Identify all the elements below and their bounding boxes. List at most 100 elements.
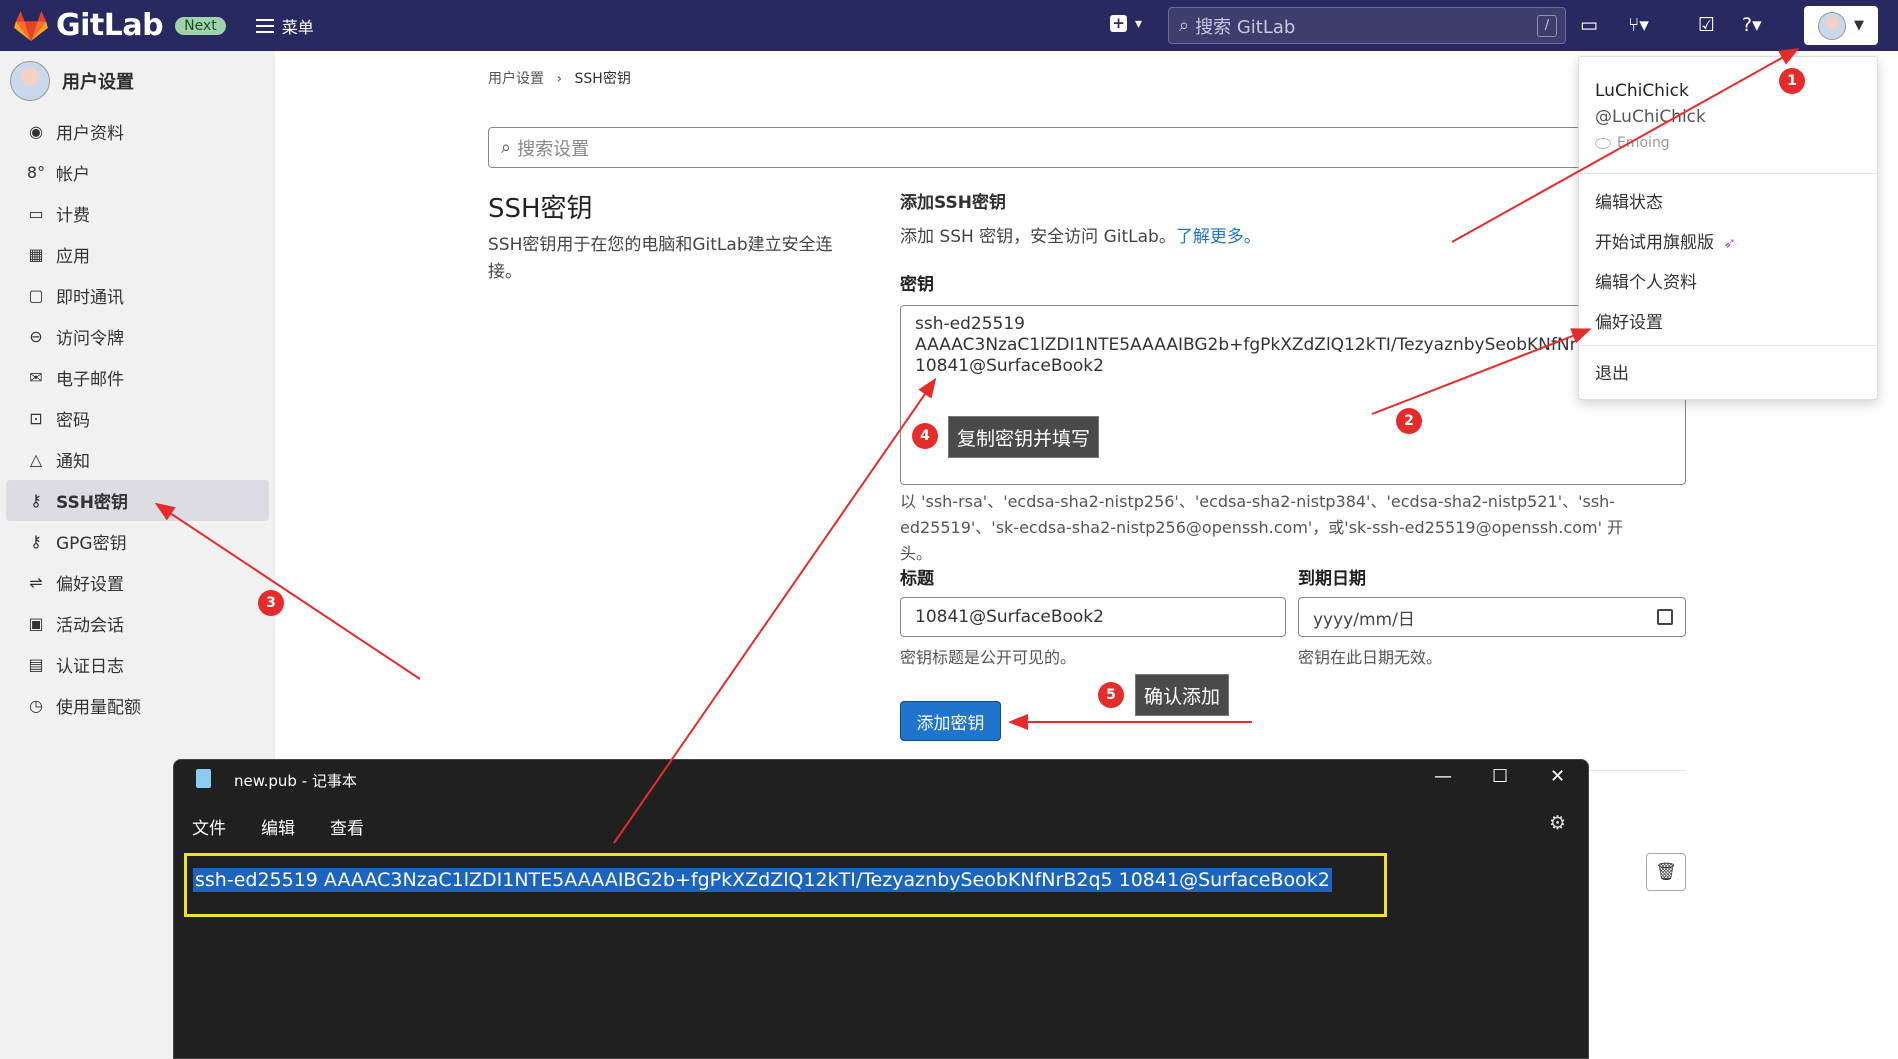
- main-menu-button[interactable]: 菜单: [255, 14, 314, 38]
- sidebar-item-2[interactable]: ▭ 计费: [6, 193, 269, 234]
- user-dropdown-menu: LuChiChick @LuChiChick Emoing 编辑状态 开始试用旗…: [1578, 56, 1878, 400]
- rocket-icon: ➶: [1723, 234, 1736, 252]
- sidebar-item-1[interactable]: 8° 帐户: [6, 152, 269, 193]
- key-icon: ⚷: [30, 532, 42, 551]
- sidebar-item-label: 通知: [56, 452, 90, 472]
- menu-item-start-trial[interactable]: 开始试用旗舰版 ➶: [1595, 228, 1736, 253]
- sidebar-item-12[interactable]: ▣ 活动会话: [6, 603, 269, 644]
- sidebar-item-10[interactable]: ⚷ GPG密钥: [6, 521, 269, 562]
- delete-key-button[interactable]: 🗑: [1646, 853, 1686, 891]
- global-search-input[interactable]: ⌕ 搜索 GitLab /: [1168, 7, 1566, 44]
- sliders-icon: ⇌: [29, 573, 43, 592]
- sidebar-item-label: 密码: [56, 411, 90, 431]
- sidebar-item-11[interactable]: ⇌ 偏好设置: [6, 562, 269, 603]
- mail-icon: ✉: [29, 368, 43, 387]
- sidebar-item-label: 偏好设置: [56, 575, 124, 595]
- sidebar-item-6[interactable]: ✉ 电子邮件: [6, 357, 269, 398]
- sidebar-header[interactable]: 用户设置: [0, 51, 275, 111]
- menu-label: 菜单: [281, 17, 314, 37]
- gear-icon[interactable]: ⚙: [1549, 812, 1566, 834]
- expiry-date-input[interactable]: yyyy/mm/日: [1298, 597, 1686, 637]
- breadcrumb-ssh-keys[interactable]: SSH密钥: [575, 71, 631, 87]
- sidebar-item-13[interactable]: ▤ 认证日志: [6, 644, 269, 685]
- chat-icon: ▢: [28, 286, 44, 305]
- menu-edit[interactable]: 编辑: [261, 814, 295, 839]
- sidebar-item-label: SSH密钥: [56, 493, 128, 513]
- highlight-box: ssh-ed25519 AAAAC3NzaC1lZDI1NTE5AAAAIBG2…: [184, 853, 1387, 917]
- sidebar-item-label: 使用量配额: [56, 698, 141, 718]
- key-label: 密钥: [900, 275, 934, 295]
- sidebar-item-9[interactable]: ⚷ SSH密钥: [6, 480, 269, 521]
- key-icon: ⚷: [30, 491, 42, 510]
- avatar: [10, 61, 50, 101]
- sidebar-item-label: 应用: [56, 247, 90, 267]
- add-key-button[interactable]: 添加密钥: [900, 701, 1001, 741]
- notepad-title: new.pub - 记事本: [234, 772, 357, 790]
- page-title: SSH密钥: [488, 194, 593, 224]
- merge-request-draft-icon[interactable]: ▭: [1580, 14, 1598, 36]
- sidebar-item-8[interactable]: △ 通知: [6, 439, 269, 480]
- sidebar-item-label: 访问令牌: [56, 329, 124, 349]
- log-icon: ▤: [28, 655, 44, 674]
- quota-icon: ◷: [29, 696, 43, 715]
- search-icon: ⌕: [1179, 15, 1190, 36]
- step-5-marker: 5: [1098, 682, 1124, 708]
- new-dropdown-button[interactable]: + ▾: [1110, 15, 1142, 32]
- add-desc-text: 添加 SSH 密钥，安全访问 GitLab。: [900, 227, 1176, 247]
- todo-icon[interactable]: ☑: [1698, 14, 1715, 36]
- expiry-label: 到期日期: [1298, 569, 1366, 589]
- title-label: 标题: [900, 569, 934, 589]
- user-status: Emoing: [1595, 135, 1670, 151]
- sidebar-item-0[interactable]: ◉ 用户资料: [6, 111, 269, 152]
- menu-file[interactable]: 文件: [192, 814, 226, 839]
- notepad-icon: [196, 769, 211, 788]
- maximize-icon[interactable]: ☐: [1492, 766, 1508, 787]
- user-status-text: Emoing: [1617, 135, 1670, 151]
- title-input[interactable]: 10841@SurfaceBook2: [900, 597, 1286, 637]
- gitlab-logo[interactable]: GitLab Next: [14, 8, 226, 43]
- avatar: [1818, 11, 1846, 40]
- key-textarea[interactable]: ssh-ed25519 AAAAC3NzaC1lZDI1NTE5AAAAIBG2…: [900, 305, 1686, 485]
- menu-item-sign-out[interactable]: 退出: [1595, 359, 1629, 384]
- sidebar-item-3[interactable]: ▦ 应用: [6, 234, 269, 275]
- sidebar-item-label: 用户资料: [56, 124, 124, 144]
- user-menu-button[interactable]: ▼: [1804, 6, 1878, 45]
- breadcrumb-user-settings[interactable]: 用户设置: [488, 71, 544, 87]
- key-help-text: 以 'ssh-rsa'、'ecdsa-sha2-nistp256'、'ecdsa…: [900, 492, 1624, 563]
- sidebar-item-4[interactable]: ▢ 即时通讯: [6, 275, 269, 316]
- sidebar-item-5[interactable]: ⊖ 访问令牌: [6, 316, 269, 357]
- notepad-selected-text[interactable]: ssh-ed25519 AAAAC3NzaC1lZDI1NTE5AAAAIBG2…: [193, 868, 1332, 892]
- help-icon[interactable]: ?▾: [1742, 14, 1762, 36]
- calendar-icon[interactable]: [1657, 609, 1673, 625]
- user-name[interactable]: LuChiChick: [1595, 81, 1689, 101]
- settings-search-placeholder: 搜索设置: [517, 138, 590, 160]
- step-4-marker: 4: [912, 423, 938, 449]
- section-description: SSH密钥用于在您的电脑和GitLab建立安全连接。: [488, 235, 833, 282]
- user-handle[interactable]: @LuChiChick: [1595, 107, 1706, 127]
- menu-item-preferences[interactable]: 偏好设置: [1595, 308, 1663, 333]
- start-trial-label: 开始试用旗舰版: [1595, 233, 1714, 253]
- sidebar-item-label: 电子邮件: [56, 370, 124, 390]
- add-ssh-key-description: 添加 SSH 密钥，安全访问 GitLab。了解更多。: [900, 222, 1261, 247]
- gitlab-fox-icon: [14, 10, 48, 41]
- settings-search-input[interactable]: ⌕ 搜索设置: [488, 127, 1598, 168]
- sidebar-item-14[interactable]: ◷ 使用量配额: [6, 685, 269, 726]
- menu-item-edit-status[interactable]: 编辑状态: [1595, 188, 1663, 213]
- sidebar-item-label: GPG密钥: [56, 534, 127, 554]
- sidebar-item-7[interactable]: ⊡ 密码: [6, 398, 269, 439]
- sidebar-title: 用户设置: [62, 72, 134, 93]
- title-help-text: 密钥标题是公开可见的。: [900, 648, 1077, 667]
- chevron-right-icon: ›: [556, 71, 563, 87]
- step-2-marker: 2: [1396, 408, 1422, 434]
- menu-view[interactable]: 查看: [330, 814, 364, 839]
- merge-requests-icon[interactable]: ⑂▾: [1628, 14, 1649, 36]
- chevron-down-icon: ▼: [1854, 18, 1864, 33]
- breadcrumb: 用户设置 › SSH密钥: [488, 68, 631, 88]
- logo-text: GitLab: [56, 8, 164, 43]
- minimize-icon[interactable]: —: [1434, 766, 1452, 787]
- divider: [1579, 173, 1877, 174]
- token-icon: ⊖: [29, 327, 43, 346]
- menu-item-edit-profile[interactable]: 编辑个人资料: [1595, 268, 1697, 293]
- learn-more-link[interactable]: 了解更多。: [1176, 227, 1261, 247]
- close-icon[interactable]: ✕: [1550, 766, 1565, 787]
